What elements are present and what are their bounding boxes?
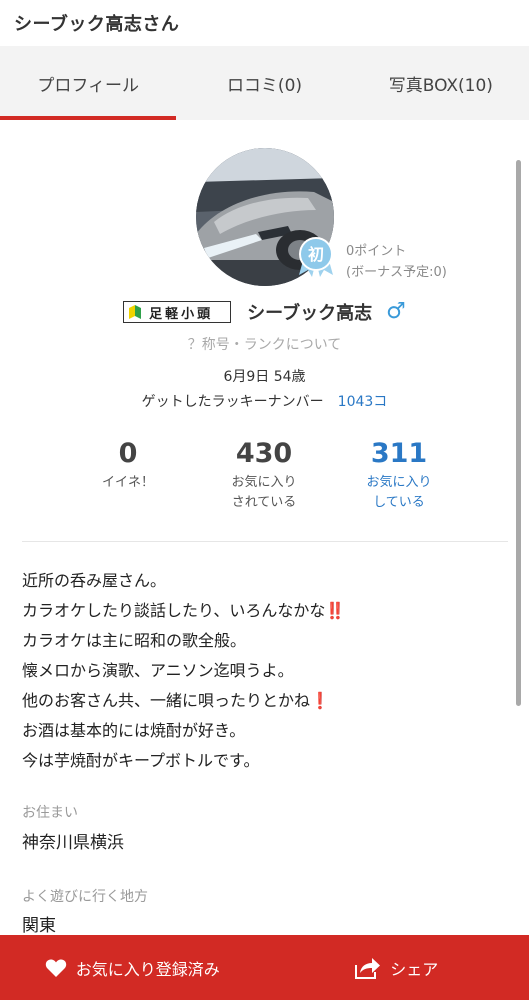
lucky-number-row: ゲットしたラッキーナンバー 1043コ <box>0 391 529 411</box>
tab-photo-box-label: 写真BOX(10) <box>388 75 493 96</box>
stat-favoriting[interactable]: 311 お気に入り している <box>329 436 469 512</box>
bottom-action-bar: お気に入り登録済み シェア <box>0 935 529 1000</box>
bio-line-text: お酒は基本的には焼酎が好き。 <box>22 721 246 740</box>
points-value: 0ポイント <box>346 244 407 259</box>
tab-photo-box[interactable]: 写真BOX(10) <box>353 46 529 120</box>
scrollbar-thumb[interactable] <box>516 160 521 706</box>
bio-line-text: カラオケしたり談話したり、いろんなかな <box>22 601 326 620</box>
profile-page: シーブック高志さん プロフィール ロコミ(0) 写真BOX(10) 初 0ポイン… <box>0 0 529 1000</box>
stat-favorited-by-value: 430 <box>235 438 293 469</box>
beginner-mark-icon <box>129 305 142 319</box>
share-button-label: シェア <box>390 959 439 979</box>
stat-favoriting-label-1: お気に入り <box>366 475 432 490</box>
bio-line: 他のお客さん共、一緒に唄ったりとかね❗ <box>22 686 512 716</box>
exclamation-icon: ❗ <box>310 691 330 710</box>
lucky-number-link[interactable]: 1043コ <box>338 391 388 411</box>
heart-icon <box>45 958 66 977</box>
favorite-button[interactable]: お気に入り登録済み <box>0 935 265 1000</box>
points-info: 0ポイント (ボーナス予定:0) <box>346 241 447 283</box>
title-bar: シーブック高志さん <box>0 0 529 46</box>
area-label: よく遊びに行く地方 <box>22 889 148 905</box>
residence-label: お住まい <box>22 805 78 821</box>
rank-badge-label: 初 <box>308 245 324 264</box>
tab-reviews-label: ロコミ(0) <box>226 75 303 96</box>
tab-profile[interactable]: プロフィール <box>0 46 177 120</box>
page-title: シーブック高志さん <box>14 14 180 35</box>
stat-favoriting-label-2: している <box>373 495 425 510</box>
birthday-age: 6月9日 54歳 <box>223 369 306 385</box>
stat-favorited-by[interactable]: 430 お気に入り されている <box>194 436 334 512</box>
bio-line: 懐メロから演歌、アニソン迄唄うよ。 <box>22 656 512 686</box>
rank-info-link[interactable]: ？称号・ランクについて <box>0 334 529 354</box>
tab-reviews[interactable]: ロコミ(0) <box>176 46 352 120</box>
rank-badge-icon: 初 <box>299 237 333 277</box>
stat-favorited-by-label-2: されている <box>231 495 297 510</box>
title-plate: 足軽小頭 <box>123 301 232 323</box>
bio-line: お酒は基本的には焼酎が好き。 <box>22 716 512 746</box>
bio-text: 近所の呑み屋さん。 カラオケしたり談話したり、いろんなかな‼️ カラオケは主に昭… <box>22 566 512 776</box>
divider <box>22 541 508 542</box>
title-plate-text: 足軽小頭 <box>149 306 214 322</box>
share-icon <box>355 957 381 979</box>
stat-likes: 0 イイネ！ <box>58 436 198 492</box>
bio-line-text: 他のお客さん共、一緒に唄ったりとかね <box>22 691 311 710</box>
tab-profile-label: プロフィール <box>37 75 139 96</box>
bio-line: 近所の呑み屋さん。 <box>22 566 512 596</box>
stat-likes-label: イイネ！ <box>101 475 154 490</box>
bonus-value: (ボーナス予定:0) <box>346 265 447 280</box>
stats-row: 0 イイネ！ 430 お気に入り されている 311 お気に入り している <box>40 436 490 516</box>
tab-bar: プロフィール ロコミ(0) 写真BOX(10) <box>0 46 529 120</box>
double-exclamation-icon: ‼️ <box>325 601 346 620</box>
stat-likes-value: 0 <box>118 438 138 469</box>
name-row: 足軽小頭 シーブック高志 ♂ <box>0 298 529 326</box>
stat-favoriting-value: 311 <box>370 438 428 469</box>
lucky-number-label: ゲットしたラッキーナンバー <box>141 394 324 410</box>
residence-value: 神奈川県横浜 <box>22 833 124 853</box>
area-value: 関東 <box>22 916 56 936</box>
favorite-button-label: お気に入り登録済み <box>75 959 220 979</box>
bio-line: カラオケしたり談話したり、いろんなかな‼️ <box>22 596 512 626</box>
bio-line-text: 今は芋焼酎がキープボトルです。 <box>22 751 260 770</box>
bio-line: カラオケは主に昭和の歌全般。 <box>22 626 512 656</box>
male-icon: ♂ <box>386 299 406 324</box>
bio-line-text: 近所の呑み屋さん。 <box>22 571 167 590</box>
bio-line: 今は芋焼酎がキープボトルです。 <box>22 746 512 776</box>
bio-line-text: 懐メロから演歌、アニソン迄唄うよ。 <box>22 661 294 680</box>
user-name: シーブック高志 <box>247 303 373 324</box>
bio-line-text: カラオケは主に昭和の歌全般。 <box>22 631 247 650</box>
scrollbar[interactable] <box>516 120 525 935</box>
stat-favorited-by-label-1: お気に入り <box>231 475 297 490</box>
share-button[interactable]: シェア <box>265 935 529 1000</box>
